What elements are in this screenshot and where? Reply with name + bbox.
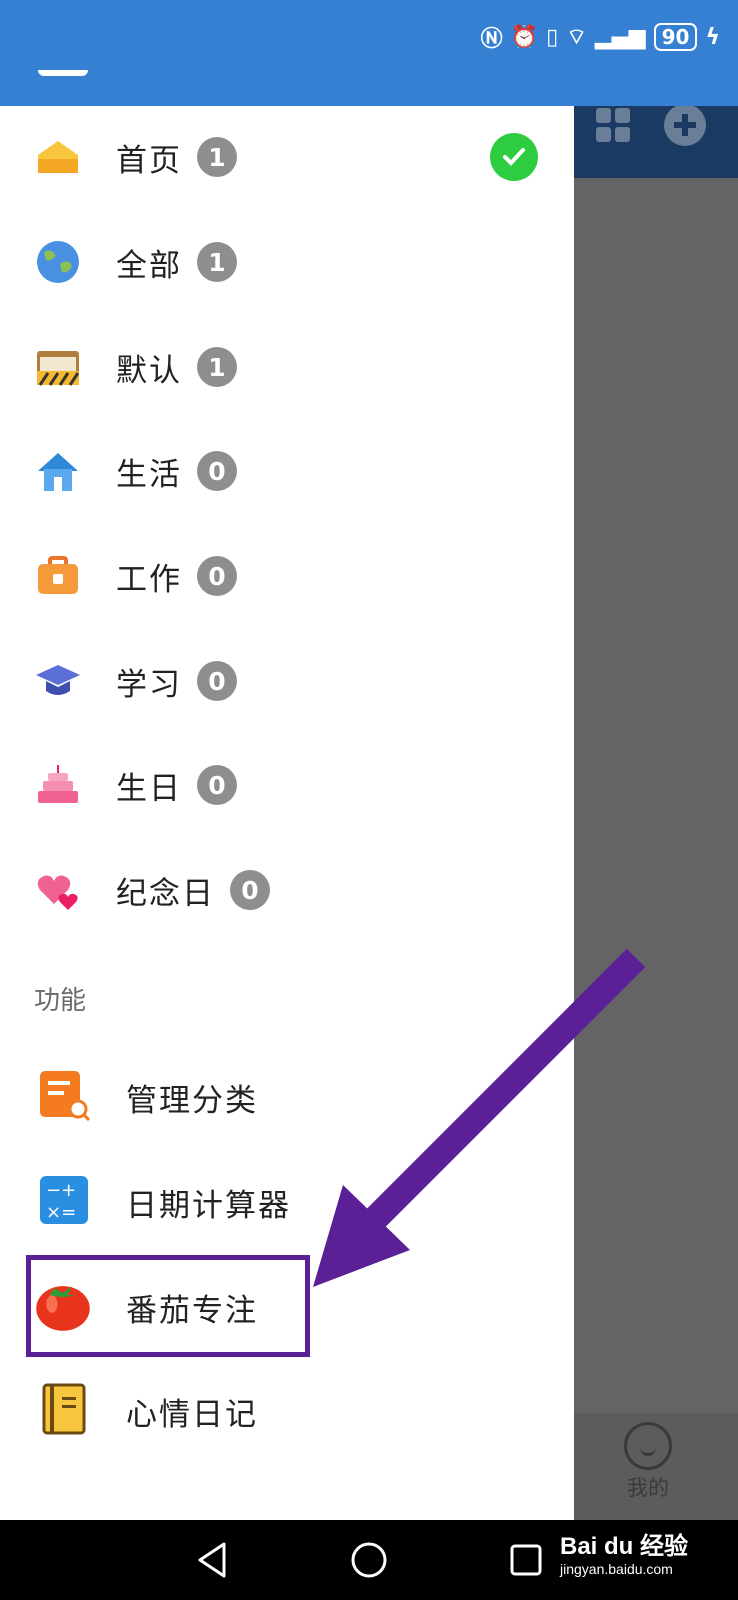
count-badge: 1 — [197, 242, 237, 282]
watermark-brand: Bai du 经验 — [560, 1533, 689, 1560]
hearts-icon — [37, 875, 78, 910]
category-label: 默认 — [116, 352, 182, 389]
charging-icon: ϟ — [705, 24, 720, 50]
cake-icon — [38, 765, 78, 803]
folder-icon — [37, 351, 80, 386]
add-icon[interactable] — [664, 104, 706, 146]
watermark-url: jingyan.baidu.com — [560, 1561, 673, 1577]
count-badge: 1 — [197, 137, 237, 177]
count-badge: 0 — [197, 765, 237, 805]
home-folder-icon — [38, 141, 78, 173]
svg-text:×=: ×= — [46, 1202, 76, 1223]
function-item-mood-diary[interactable]: 心情日记 — [0, 1357, 574, 1461]
category-item-anniversary[interactable]: 纪念日 0 — [0, 840, 574, 940]
category-label: 生活 — [116, 456, 182, 493]
function-item-manage-category[interactable]: 管理分类 — [0, 1043, 574, 1147]
svg-text:−+: −+ — [46, 1180, 76, 1201]
section-title-functions: 功能 — [34, 986, 87, 1016]
category-label: 工作 — [116, 561, 182, 598]
battery-indicator: 90 — [653, 23, 698, 51]
tab-me[interactable]: 我的 — [618, 1422, 678, 1502]
calculator-icon: −+ ×= — [40, 1176, 88, 1224]
highlight-box — [26, 1255, 310, 1357]
recents-icon[interactable] — [504, 1538, 548, 1582]
count-badge: 0 — [197, 451, 237, 491]
status-icons: Ⓝ ⏰ ▯ ⌔ ▂▄▆ 90 ϟ — [481, 20, 720, 54]
function-label: 管理分类 — [126, 1083, 258, 1119]
wifi-icon: ⌔ — [566, 25, 587, 50]
diary-icon — [42, 1383, 86, 1435]
background-toolbar — [596, 104, 706, 146]
count-badge: 0 — [197, 556, 237, 596]
grid-icon[interactable] — [596, 108, 630, 142]
category-label: 生日 — [116, 770, 182, 807]
tab-me-label: 我的 — [627, 1476, 669, 1500]
drawer-header-edge — [38, 70, 88, 76]
category-item-all[interactable]: 全部 1 — [0, 212, 574, 312]
category-item-birthday[interactable]: 生日 0 — [0, 735, 574, 835]
category-label: 纪念日 — [116, 875, 215, 912]
category-item-home[interactable]: 首页 1 — [0, 107, 574, 207]
category-label: 全部 — [116, 247, 182, 284]
function-label: 心情日记 — [126, 1397, 258, 1433]
signal-icon: ▂▄▆ — [594, 24, 646, 50]
briefcase-icon — [38, 556, 78, 594]
function-item-date-calculator[interactable]: −+ ×= 日期计算器 — [0, 1148, 574, 1252]
smile-icon — [624, 1422, 672, 1470]
category-item-default[interactable]: 默认 1 — [0, 317, 574, 417]
home-icon[interactable] — [347, 1538, 391, 1582]
category-label: 首页 — [116, 142, 182, 179]
count-badge: 0 — [230, 870, 270, 910]
category-label: 学习 — [116, 666, 182, 703]
back-icon[interactable] — [190, 1538, 234, 1582]
house-icon — [38, 453, 78, 491]
alarm-icon: ⏰ — [510, 24, 539, 50]
globe-icon — [37, 241, 79, 283]
category-item-work[interactable]: 工作 0 — [0, 526, 574, 626]
category-item-study[interactable]: 学习 0 — [0, 631, 574, 731]
function-label: 日期计算器 — [126, 1188, 291, 1224]
graduation-cap-icon — [36, 665, 80, 695]
vibrate-icon: ▯ — [546, 24, 559, 50]
category-item-life[interactable]: 生活 0 — [0, 421, 574, 521]
count-badge: 1 — [197, 347, 237, 387]
selected-check-icon — [490, 133, 538, 181]
status-bar: Ⓝ ⏰ ▯ ⌔ ▂▄▆ 90 ϟ — [0, 0, 738, 106]
nfc-icon: Ⓝ — [480, 27, 503, 52]
count-badge: 0 — [197, 661, 237, 701]
baidu-watermark: Bai du 经验 jingyan.baidu.com — [560, 1526, 688, 1577]
manage-category-icon — [40, 1071, 90, 1121]
